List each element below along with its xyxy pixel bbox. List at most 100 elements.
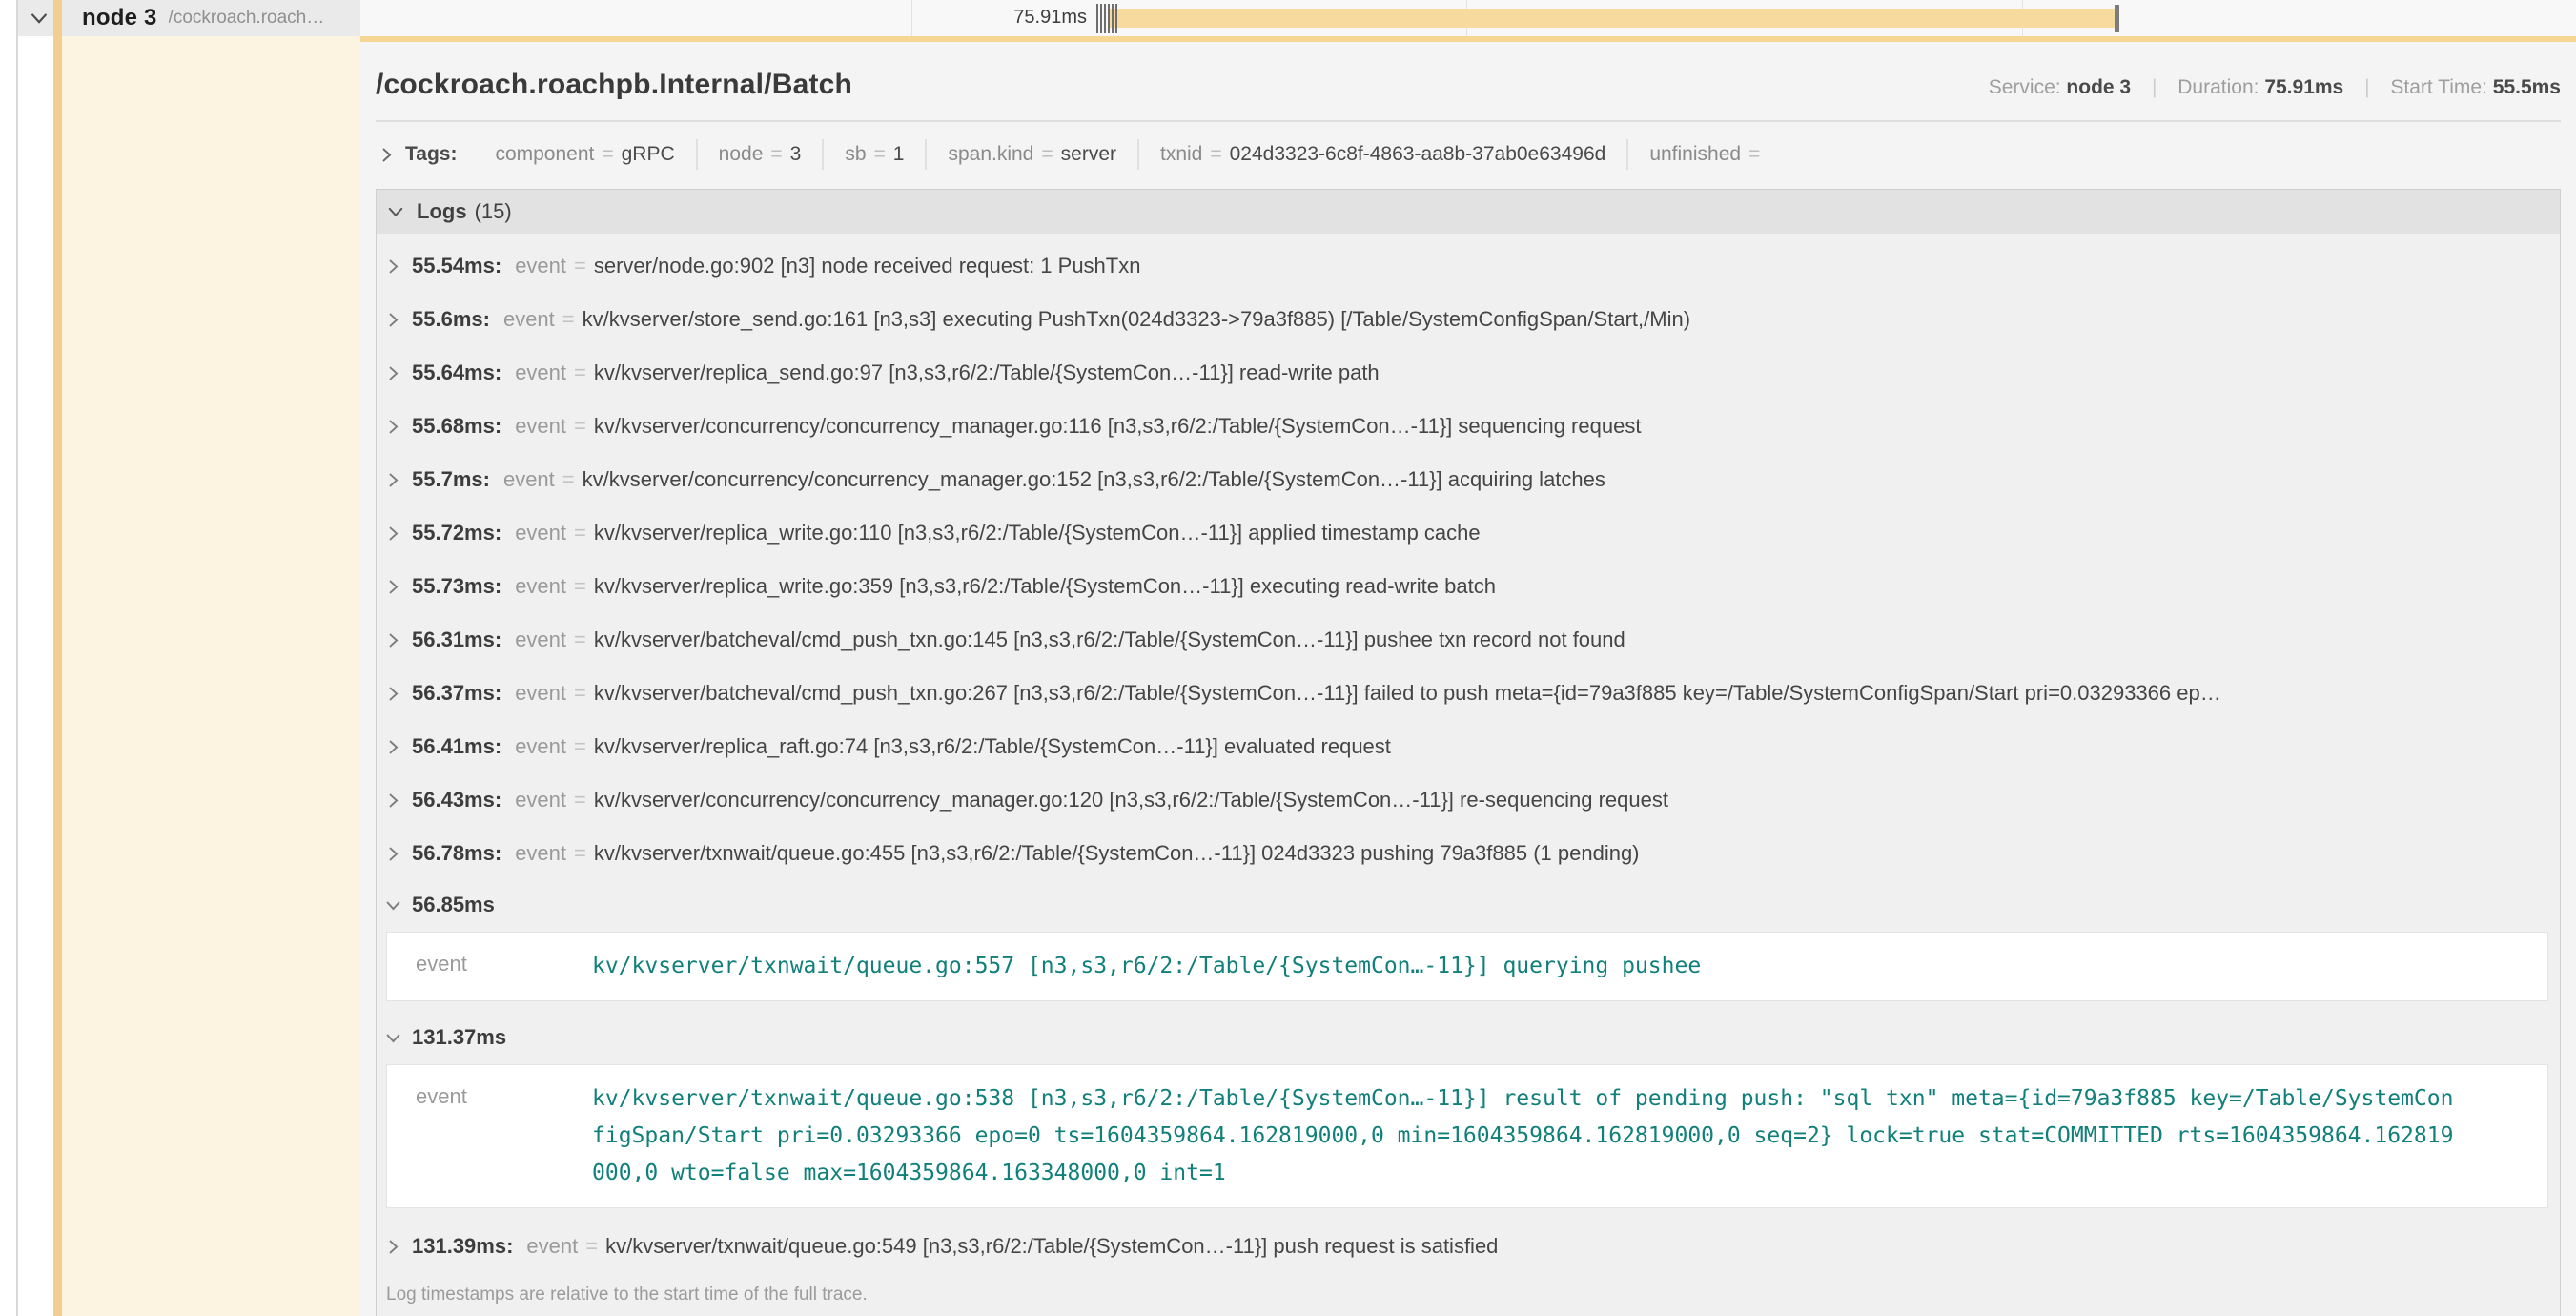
log-kv-value: kv/kvserver/txnwait/queue.go:538 [n3,s3,… bbox=[592, 1080, 2456, 1192]
log-row[interactable]: 55.54ms:event=server/node.go:902 [n3] no… bbox=[377, 239, 2560, 293]
chevron-down-icon bbox=[29, 8, 50, 29]
header-divider bbox=[376, 120, 2561, 122]
log-field-equals: = bbox=[574, 788, 586, 812]
log-field-key: event bbox=[503, 467, 555, 492]
tags-accordion[interactable]: Tags: component=gRPCnode=3sb=1span.kind=… bbox=[376, 139, 2561, 170]
chevron-right-icon bbox=[384, 418, 402, 436]
tag-equals: = bbox=[1210, 143, 1221, 166]
log-row[interactable]: 56.37ms: event = kv/kvserver/batcheval/cmd_… bbox=[377, 667, 2560, 720]
log-field-equals: = bbox=[562, 307, 575, 332]
log-timestamp: 56.85ms bbox=[412, 893, 495, 917]
log-timestamp: 56.41ms: bbox=[412, 734, 501, 759]
tag-key: sb bbox=[845, 143, 866, 166]
log-message: kv/kvserver/replica_write.go:359 [n3,s3,… bbox=[594, 574, 1496, 599]
selected-span-row-highlight bbox=[62, 36, 360, 1316]
log-row[interactable]: 56.31ms:event=kv/kvserver/batcheval/cmd_… bbox=[377, 613, 2560, 667]
start-time-label: Start Time: bbox=[2390, 76, 2487, 98]
log-message: kv/kvserver/replica_send.go:97 [n3,s3,r6… bbox=[594, 360, 1380, 385]
duration-value: 75.91ms bbox=[2264, 76, 2343, 98]
span-duration-bar[interactable] bbox=[1110, 9, 2115, 28]
log-kv-row: eventkv/kvserver/txnwait/queue.go:538 [n… bbox=[387, 1080, 2547, 1192]
log-field-equals: = bbox=[574, 841, 586, 866]
log-row[interactable]: 55.6ms:event=kv/kvserver/store_send.go:1… bbox=[377, 293, 2560, 346]
log-timestamp: 55.54ms: bbox=[412, 254, 501, 278]
log-field-key: event bbox=[515, 574, 566, 599]
tag-key: txnid bbox=[1160, 143, 1202, 166]
tag-value: 1 bbox=[893, 143, 905, 166]
log-row[interactable]: 56.41ms:event=kv/kvserver/replica_raft.g… bbox=[377, 720, 2560, 773]
log-timestamp: 55.7ms: bbox=[412, 467, 490, 492]
tag-equals: = bbox=[1748, 143, 1760, 166]
tag-item: span.kind=server bbox=[925, 139, 1137, 170]
logs-title: Logs bbox=[417, 199, 467, 224]
log-row[interactable]: 56.78ms:event=kv/kvserver/txnwait/queue.… bbox=[377, 827, 2560, 880]
log-message: kv/kvserver/concurrency/concurrency_mana… bbox=[594, 414, 1642, 439]
chevron-right-icon bbox=[378, 146, 396, 164]
logs-list: 55.54ms: event = server/node.go:902 [n3] no… bbox=[377, 234, 2560, 1273]
log-field-key: event bbox=[515, 788, 566, 812]
tag-value: gRPC bbox=[622, 143, 675, 166]
tag-item: unfinished = bbox=[1626, 139, 1789, 170]
chevron-right-icon bbox=[384, 685, 402, 703]
tag-equals: = bbox=[874, 143, 886, 166]
log-timestamp: 55.73ms: bbox=[412, 574, 501, 599]
log-marker-tick bbox=[1115, 4, 1117, 33]
span-duration-label: 75.91ms bbox=[1013, 7, 1087, 29]
span-detail-title: /cockroach.roachpb.Internal/Batch bbox=[376, 69, 852, 101]
chevron-right-icon bbox=[384, 257, 402, 276]
tag-key: unfinished bbox=[1649, 143, 1741, 166]
logs-count: (15) bbox=[475, 199, 512, 224]
log-field-equals: = bbox=[574, 627, 586, 652]
log-field-key: event bbox=[515, 841, 566, 866]
log-row[interactable]: 55.73ms:event=kv/kvserver/replica_write.… bbox=[377, 560, 2560, 613]
log-field-key: event bbox=[515, 627, 566, 652]
log-message: kv/kvserver/replica_write.go:110 [n3,s3,… bbox=[594, 521, 1481, 545]
log-message: kv/kvserver/batcheval/cmd_push_txn.go:26… bbox=[594, 681, 2221, 706]
log-row-expanded-header[interactable]: 131.37ms bbox=[377, 1013, 2560, 1060]
log-row-expanded-header[interactable]: 56.85ms bbox=[377, 880, 2560, 928]
log-message: kv/kvserver/concurrency/concurrency_mana… bbox=[583, 467, 1605, 492]
log-timestamp: 56.43ms: bbox=[412, 788, 501, 812]
log-field-equals: = bbox=[574, 254, 586, 278]
log-field-equals: = bbox=[574, 521, 586, 545]
span-row-name[interactable]: node 3 /cockroach.roach… bbox=[18, 0, 360, 36]
log-marker-tick bbox=[1104, 4, 1106, 33]
tag-key: span.kind bbox=[948, 143, 1033, 166]
logs-accordion-header[interactable]: Logs (15) bbox=[377, 190, 2560, 234]
log-field-equals: = bbox=[562, 467, 575, 492]
log-marker-tick bbox=[1108, 4, 1110, 33]
log-field-equals: = bbox=[574, 681, 586, 706]
timeline-gridline bbox=[911, 0, 912, 36]
log-row[interactable]: 55.72ms:event=kv/kvserver/replica_write.… bbox=[377, 506, 2560, 560]
chevron-down-icon bbox=[384, 896, 402, 915]
chevron-right-icon bbox=[384, 1238, 402, 1256]
log-row[interactable]: 56.43ms:event=kv/kvserver/concurrency/co… bbox=[377, 773, 2560, 827]
span-row-timeline[interactable]: 75.91ms bbox=[360, 0, 2576, 36]
tag-equals: = bbox=[1041, 143, 1053, 166]
log-row[interactable]: 131.39ms:event=kv/kvserver/txnwait/queue… bbox=[377, 1220, 2560, 1273]
log-message: kv/kvserver/replica_raft.go:74 [n3,s3,r6… bbox=[594, 734, 1391, 759]
log-message: kv/kvserver/txnwait/queue.go:549 [n3,s3,… bbox=[605, 1234, 1498, 1259]
log-marker-tick bbox=[1100, 4, 1102, 33]
span-operation-name: /cockroach.roach… bbox=[169, 8, 325, 29]
log-row[interactable]: 55.64ms:event=kv/kvserver/replica_send.g… bbox=[377, 346, 2560, 400]
log-message: server/node.go:902 [n3] node received re… bbox=[594, 254, 1141, 278]
log-field-equals: = bbox=[574, 734, 586, 759]
log-kv-key: event bbox=[387, 948, 592, 985]
tag-item: txnid=024d3323-6c8f-4863-aa8b-37ab0e6349… bbox=[1137, 139, 1626, 170]
span-detail-panel: /cockroach.roachpb.Internal/Batch Servic… bbox=[360, 42, 2576, 1316]
log-timestamp: 55.64ms: bbox=[412, 360, 501, 385]
span-service-name: node 3 bbox=[82, 5, 157, 31]
chevron-right-icon bbox=[384, 578, 402, 596]
log-row[interactable]: 55.68ms:event=kv/kvserver/concurrency/co… bbox=[377, 400, 2560, 453]
duration-label: Duration: bbox=[2177, 76, 2259, 98]
log-field-key: event bbox=[515, 681, 566, 706]
log-kv-row: eventkv/kvserver/txnwait/queue.go:557 [n… bbox=[387, 948, 2547, 985]
log-message: kv/kvserver/txnwait/queue.go:455 [n3,s3,… bbox=[594, 841, 1640, 866]
tags-list: component=gRPCnode=3sb=1span.kind=server… bbox=[474, 139, 1789, 170]
column-resizer[interactable] bbox=[16, 0, 18, 1316]
log-timestamp: 56.37ms: bbox=[412, 681, 501, 706]
log-timestamp: 55.68ms: bbox=[412, 414, 501, 439]
log-row[interactable]: 55.7ms: event = kv/kvserver/concurrency/con… bbox=[377, 453, 2560, 506]
log-row-expanded: 56.85ms eventkv/kvserver/txnwait/queue.go… bbox=[377, 880, 2560, 1001]
